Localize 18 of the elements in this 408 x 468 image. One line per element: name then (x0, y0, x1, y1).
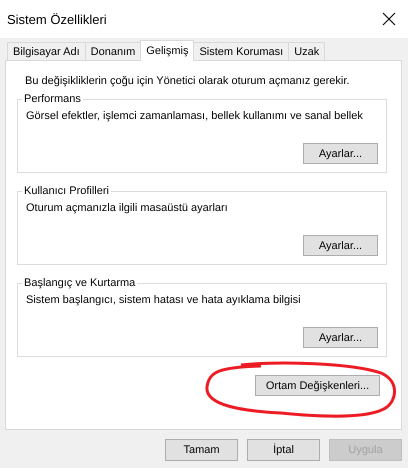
close-icon[interactable] (382, 12, 396, 26)
dialog-button[interactable]: İptal (247, 439, 320, 461)
info-text: Bu değişikliklerin çoğu için Yönetici olarak oturum açmanız gerekir. (24, 75, 350, 87)
window-title: Sistem Özellikleri (7, 12, 107, 26)
tab[interactable]: Bilgisayar Adı (7, 42, 86, 60)
group-description: Sistem başlangıcı, sistem hatası ve hata ayıklama bilgisi (26, 294, 302, 308)
settings-button[interactable]: Ayarlar... (303, 143, 378, 164)
group-title: Performans (23, 93, 82, 105)
dialog-button[interactable]: Tamam (165, 439, 238, 461)
group-description: Oturum açmanızla ilgili masaüstü ayarları (26, 202, 229, 216)
group-title: Kullanıcı Profilleri (23, 185, 110, 197)
settings-button[interactable]: Ayarlar... (303, 235, 378, 256)
tab[interactable]: Gelişmiş (140, 40, 194, 61)
group-description: Görsel efektler, işlemci zamanlaması, bellek kullanımı ve sanal bellek (26, 110, 364, 124)
environment-variables-button[interactable]: Ortam Değişkenleri... (255, 375, 380, 396)
group-title: Başlangıç ve Kurtarma (23, 277, 136, 289)
settings-button[interactable]: Ayarlar... (303, 327, 378, 348)
tab[interactable]: Uzak (288, 42, 326, 60)
